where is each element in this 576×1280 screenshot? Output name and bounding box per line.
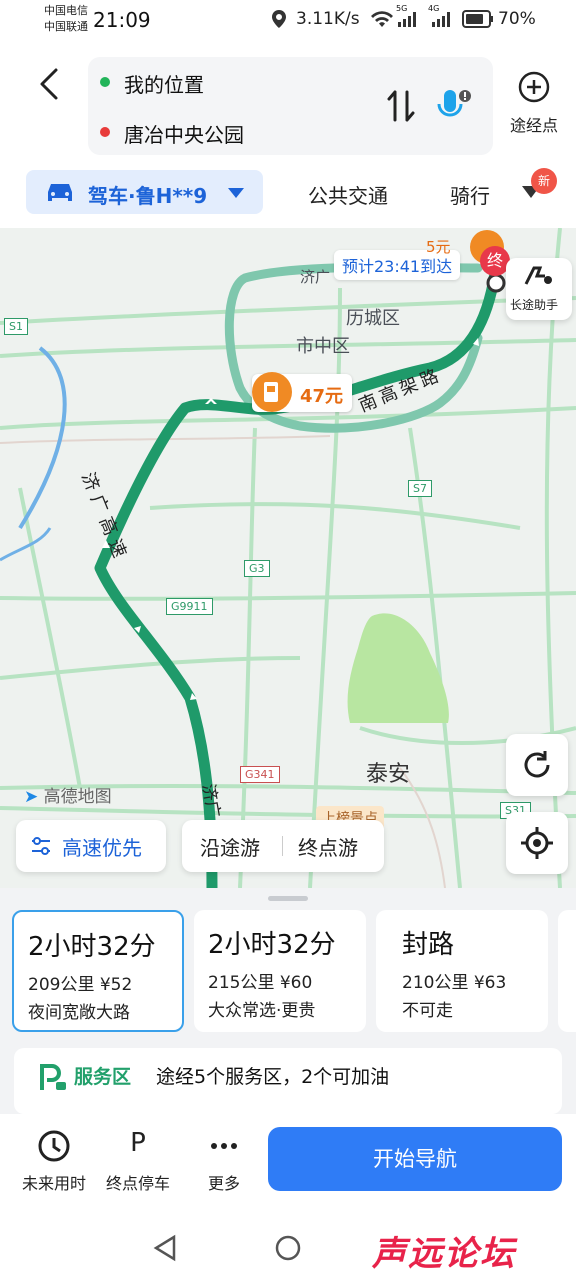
long-trip-label: 长途助手 [510,298,559,312]
nav-home-icon[interactable] [274,1234,302,1262]
long-trip-icon [524,266,552,285]
end-parking-button[interactable]: P 终点停车 [98,1128,178,1194]
toll-booth-icon [252,372,292,412]
back-button[interactable] [30,64,70,104]
future-time-button[interactable]: 未来用时 [14,1128,94,1194]
route-option-2[interactable]: 2小时32分 215公里 ¥60 大众常选·更贵 [194,910,366,1032]
end-parking-label: 终点停车 [105,1174,170,1193]
status-bar: 中国电信 中国联通 21:09 3.11K/s 5G 4G 70% [0,0,576,40]
back-arrow-icon [40,68,58,100]
swap-icon [387,90,415,122]
route-price: ¥60 [279,973,313,993]
map-river [18,346,67,530]
route-option-1[interactable]: 2小时32分 209公里 ¥52 夜间宽敞大路 [12,910,184,1032]
battery-percent: 70% [498,9,536,29]
carrier-2: 中国联通 [44,20,88,33]
nav-back-icon[interactable] [152,1234,178,1262]
refresh-route-button[interactable] [506,734,568,796]
future-time-label: 未来用时 [21,1174,86,1193]
route-time: 2小时32分 [208,930,336,960]
route-tag: 大众常选·更贵 [208,1001,316,1021]
toll-label-top: 5元 [426,238,451,256]
service-area-text: 途经5个服务区，2个可加油 [156,1066,390,1088]
long-trip-helper-button[interactable]: 长途助手 [506,258,572,320]
road-shield: S7 [408,480,432,497]
road-shield: G3 [244,560,270,577]
toll-badge[interactable]: 47元 [252,372,352,412]
route-map[interactable]: 历城区 市中区 泰安 南高架路 济广高速 济广 济广 S1 S7 G3 G991… [0,228,576,888]
route-time: 2小时32分 [28,932,156,962]
more-label: 更多 [207,1174,240,1193]
refresh-icon [524,751,550,778]
waypoint-label: 途经点 [509,116,558,135]
end-point-icon [486,273,506,293]
divider [282,836,283,856]
district-label: 历城区 [346,308,400,329]
route-distance: 215公里 [208,973,275,993]
locate-icon [521,827,553,859]
location-icon [272,10,286,32]
battery-icon [462,10,494,32]
more-dots-icon [211,1143,237,1149]
road-shield: G341 [240,766,280,783]
carrier-1: 中国电信 [44,4,88,17]
logo-text: 高德地图 [43,787,112,807]
chevron-down-icon [228,188,244,198]
microphone-icon [437,90,471,117]
route-distance: 210公里 [402,973,469,993]
end-trip-button[interactable]: 终点游 [298,832,358,861]
wifi-icon [370,9,394,33]
more-button[interactable]: 更多 [184,1128,264,1194]
highway-priority-button[interactable]: 高速优先 [16,820,166,872]
signal-icon [398,11,420,31]
car-icon [48,184,72,201]
trip-mode-group: 沿途游 终点游 [182,820,384,872]
tab-ride[interactable]: 骑行 [450,180,490,209]
route-input-card: 我的位置 唐冶中央公园 [88,57,493,155]
preference-sliders-icon [32,837,50,855]
signal-icon-2 [432,11,454,31]
tab-drive[interactable]: 驾车·鲁H**9 [26,170,263,214]
amap-logo: ➤ 高德地图 [24,782,112,807]
route-tag: 夜间宽敞大路 [28,1003,130,1023]
highway-priority-label: 高速优先 [62,836,142,860]
road-shield: S1 [4,318,28,335]
route-price: ¥63 [473,973,507,993]
service-area-bar[interactable]: 服务区 途经5个服务区，2个可加油 [14,1048,562,1114]
clock: 21:09 [93,8,151,32]
start-navigation-button[interactable]: 开始导航 [268,1127,562,1191]
locate-me-button[interactable] [506,812,568,874]
clock-icon [38,1130,70,1162]
route-tag: 不可走 [402,1001,453,1021]
origin-dot-icon [100,77,110,87]
route-option-4-partial[interactable] [558,910,576,1032]
service-area-label: 服务区 [74,1066,132,1088]
road-shield: G9911 [166,598,213,615]
district-label: 市中区 [296,336,350,357]
service-area-icon [40,1064,66,1090]
route-option-3[interactable]: 封路 210公里 ¥63 不可走 [376,910,548,1032]
destination-dot-icon [100,127,110,137]
swap-route-button[interactable] [386,88,416,131]
road-label: 济广 [300,268,331,286]
forum-watermark: 声远论坛 [372,1234,516,1274]
toll-amount: 47元 [300,386,344,407]
city-label: 泰安 [366,762,411,787]
network-speed: 3.11K/s [296,9,360,29]
voice-input-button[interactable] [436,86,471,126]
new-badge: 新 [531,168,557,194]
route-time: 封路 [402,930,455,960]
along-trip-button[interactable]: 沿途游 [200,832,260,861]
destination-field[interactable]: 唐冶中央公园 [124,119,244,148]
parking-icon: P [130,1128,146,1158]
origin-field[interactable]: 我的位置 [124,69,204,98]
logo-arrow-icon: ➤ [24,787,39,807]
add-waypoint-button[interactable]: 途经点 [500,70,568,136]
tab-transit[interactable]: 公共交通 [308,180,388,209]
route-price: ¥52 [99,975,133,995]
route-distance: 209公里 [28,975,95,995]
tab-drive-label: 驾车·鲁H**9 [88,184,208,208]
sheet-handle[interactable] [268,896,308,901]
plus-circle-icon [518,71,550,103]
